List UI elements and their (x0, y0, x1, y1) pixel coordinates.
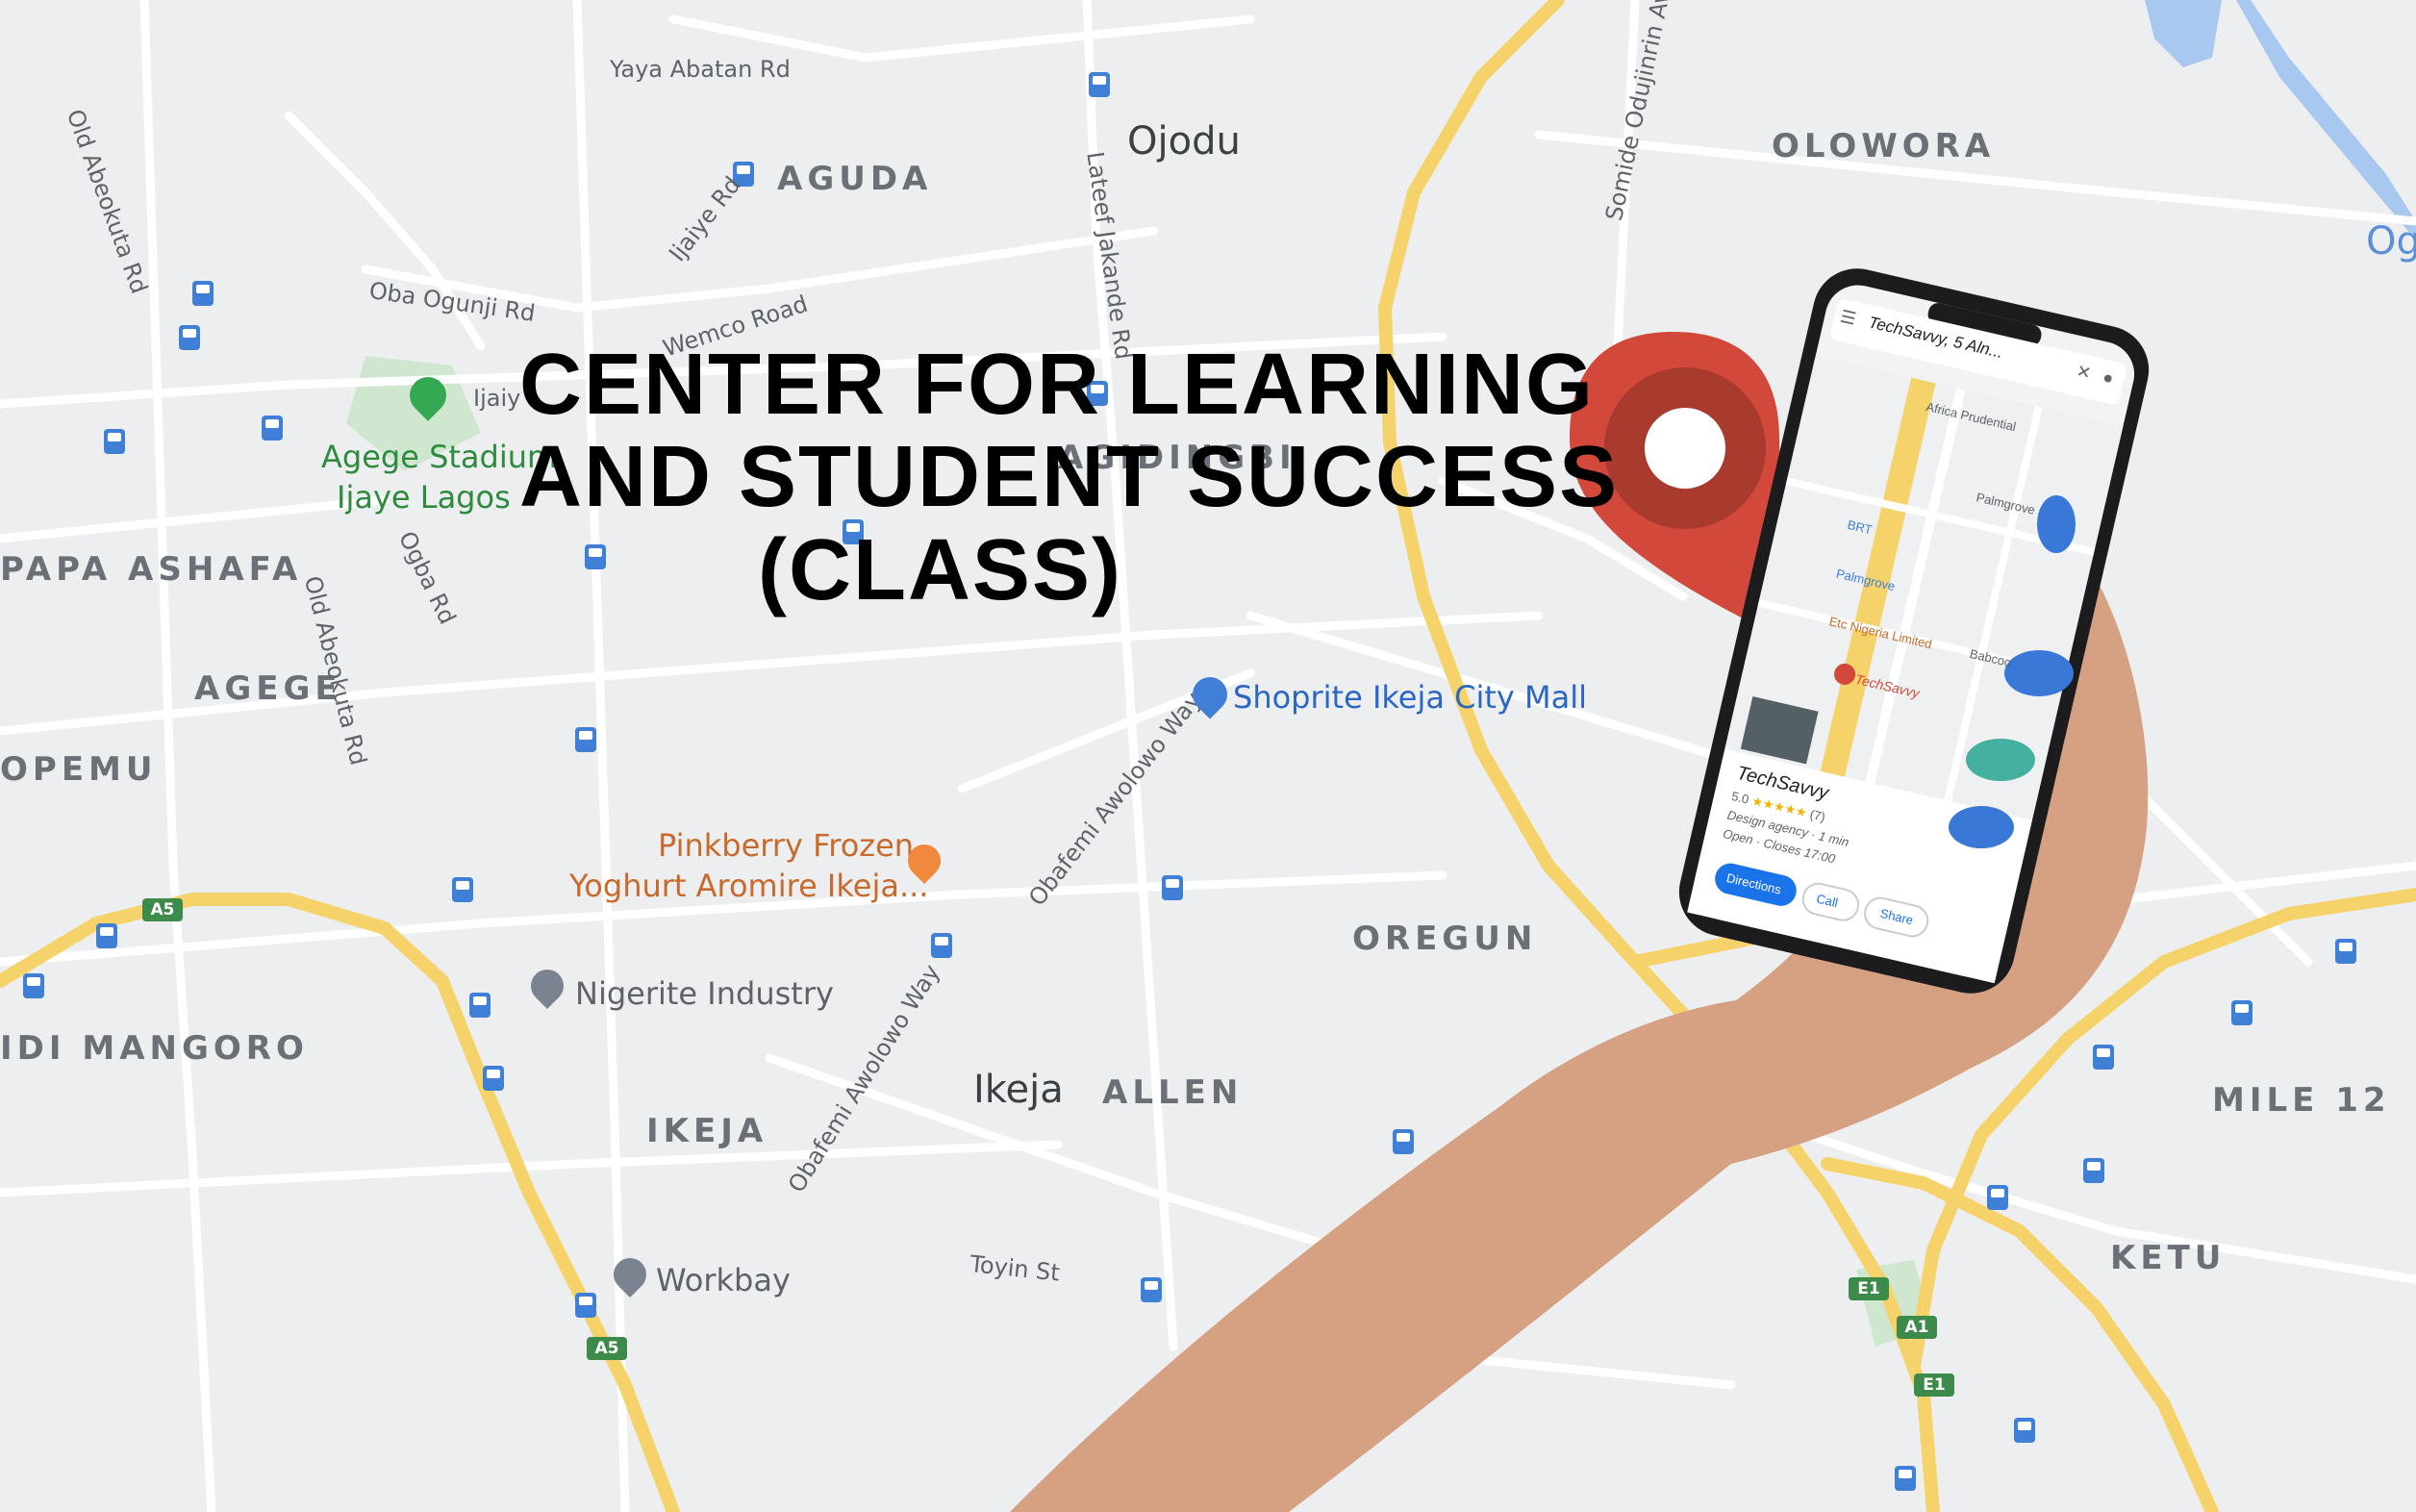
bus-stop-icon[interactable] (1089, 72, 1110, 97)
phone-map-label: Palmgrove (1834, 566, 1897, 594)
map-label-road: Yaya Abatan Rd (610, 56, 791, 83)
phone-map-label: BRT (1846, 517, 1874, 538)
map-label-area[interactable]: IDI MANGORO (0, 1029, 309, 1068)
map-label-area[interactable]: MILE 12 (2212, 1081, 2391, 1120)
map-label-area[interactable]: AGEGE (194, 669, 342, 708)
map-label-water: Ogu (2366, 219, 2416, 264)
close-icon[interactable]: ✕ (2075, 361, 2093, 384)
poi-label[interactable]: Yoghurt Aromire Ikeja... (569, 868, 928, 904)
bus-stop-icon[interactable] (931, 933, 952, 958)
bus-stop-icon[interactable] (483, 1066, 504, 1091)
bus-stop-icon[interactable] (23, 973, 44, 998)
bus-stop-icon[interactable] (179, 325, 200, 350)
phone-map-label: Africa Prudential (1925, 399, 2018, 435)
menu-icon[interactable]: ☰ (1838, 307, 1857, 330)
map-label-area[interactable]: PAPA ASHAFA (0, 550, 302, 589)
phone-map-label: Babcoc (1968, 645, 2013, 670)
map-label-road: Ijaiy (473, 385, 521, 412)
phone-search-input[interactable]: TechSavvy, 5 Aln... (1867, 313, 2005, 363)
poi-label[interactable]: Ijaye Lagos (337, 479, 511, 516)
bus-stop-icon[interactable] (96, 923, 117, 948)
title-line: CENTER FOR LEARNING (519, 337, 1595, 433)
map-label-area[interactable]: OREGUN (1352, 920, 1537, 958)
highway-shield-a5: A5 (587, 1337, 627, 1360)
directions-button[interactable]: Directions (1725, 870, 1783, 897)
bus-stop-icon[interactable] (1141, 1277, 1162, 1302)
phone-map-label: Etc Nigeria Limited (1827, 614, 1934, 652)
bus-stop-icon[interactable] (192, 281, 214, 306)
bus-stop-icon[interactable] (469, 993, 491, 1018)
bus-stop-icon[interactable] (1162, 875, 1183, 900)
bus-stop-icon[interactable] (104, 429, 125, 454)
highway-shield-e1: E1 (1914, 1373, 1954, 1397)
microphone-icon[interactable]: ● (2101, 367, 2115, 390)
bus-stop-icon[interactable] (2014, 1418, 2035, 1443)
phone-map-label: Palmgrove (1975, 490, 2037, 517)
poi-label[interactable]: Nigerite Industry (575, 975, 834, 1012)
map-label-area[interactable]: OLOWORA (1772, 127, 1995, 165)
map-label-area[interactable]: AGUDA (777, 160, 932, 198)
poi-label[interactable]: Workbay (656, 1262, 791, 1298)
bus-stop-icon[interactable] (452, 877, 473, 902)
map-label-town[interactable]: Ojodu (1127, 119, 1241, 164)
page-title: CENTER FOR LEARNING AND STUDENT SUCCESS … (519, 337, 1620, 618)
bus-stop-icon[interactable] (2083, 1158, 2104, 1183)
highway-shield-a1: A1 (1897, 1316, 1937, 1339)
bus-stop-icon[interactable] (1987, 1185, 2008, 1210)
review-count: (7) (1808, 806, 1827, 824)
call-button[interactable]: Call (1815, 892, 1839, 911)
bus-stop-icon[interactable] (1895, 1466, 1916, 1491)
bus-stop-icon[interactable] (262, 416, 283, 441)
bus-stop-icon[interactable] (575, 727, 596, 752)
title-line: AND STUDENT SUCCESS (519, 429, 1620, 526)
highway-shield-a5: A5 (142, 898, 183, 921)
share-button[interactable]: Share (1878, 906, 1914, 927)
phone-pin-label: TechSavvy (1853, 670, 1922, 701)
poi-label[interactable]: Pinkberry Frozen (658, 827, 914, 864)
highway-shield-e1: E1 (1849, 1277, 1889, 1300)
bus-stop-icon[interactable] (575, 1293, 596, 1318)
river (2145, 0, 2222, 67)
map-canvas[interactable]: A5 A5 E1 A1 E1 AGUDA OLOWORA AGIDINGBI P… (0, 0, 2416, 1512)
map-label-area[interactable]: IKEJA (646, 1112, 768, 1150)
map-label-town[interactable]: Ikeja (973, 1068, 1064, 1112)
title-line: (CLASS) (758, 521, 1122, 618)
poi-label[interactable]: Shoprite Ikeja City Mall (1233, 679, 1587, 716)
bus-stop-icon[interactable] (2335, 939, 2356, 964)
bus-stop-icon[interactable] (1393, 1129, 1414, 1154)
map-label-area[interactable]: KETU (2110, 1239, 2226, 1277)
bus-stop-icon[interactable] (2093, 1045, 2114, 1070)
bus-stop-icon[interactable] (2231, 1000, 2252, 1025)
map-label-area[interactable]: OPEMU (0, 750, 158, 789)
map-label-area[interactable]: ALLEN (1102, 1073, 1243, 1112)
rating-value: 5.0 (1729, 788, 1750, 807)
